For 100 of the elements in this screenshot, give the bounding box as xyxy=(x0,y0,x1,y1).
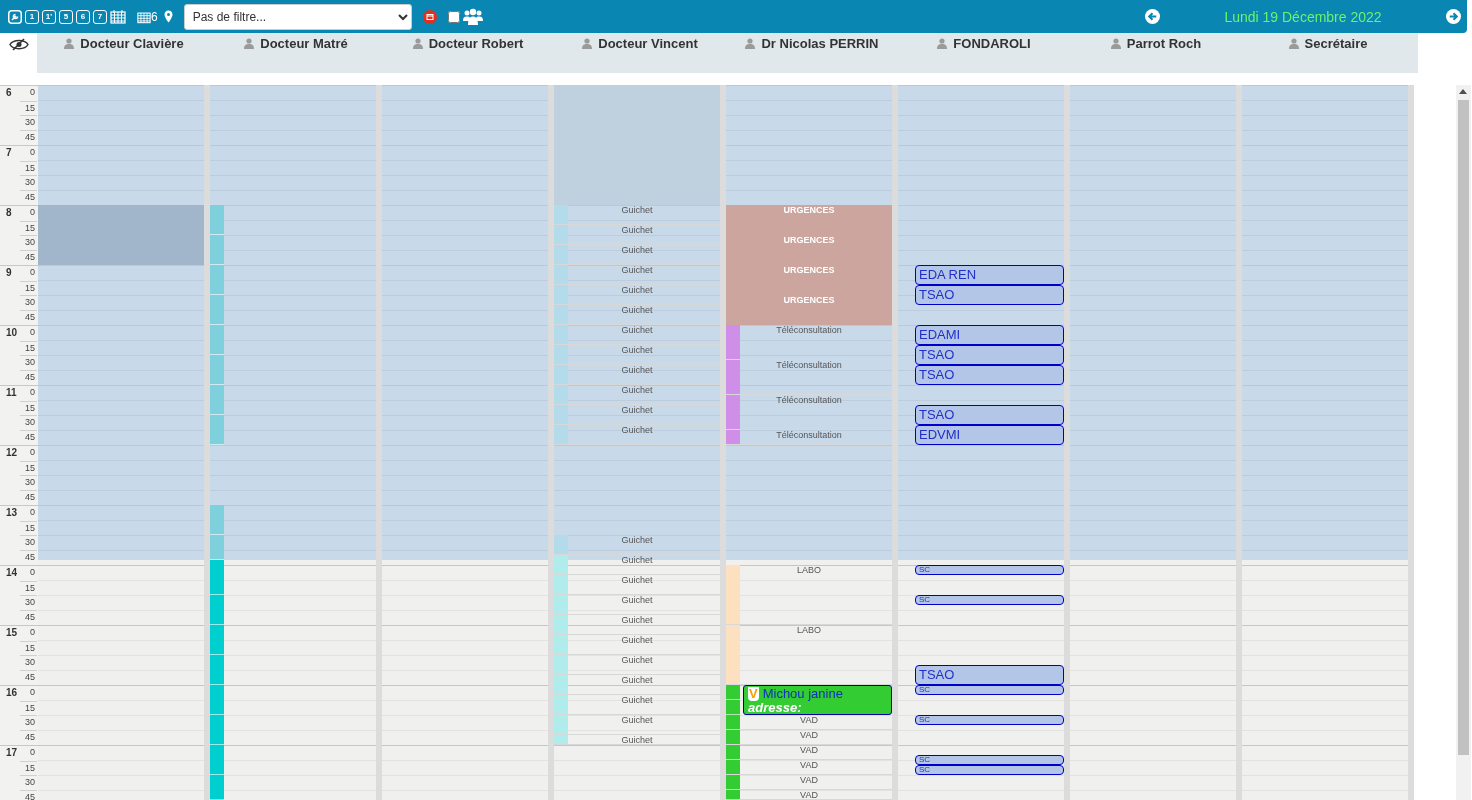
patient-appointment[interactable]: V Michou janine adresse: xyxy=(743,685,892,715)
slot-label[interactable]: Guichet xyxy=(621,675,667,686)
color-strip[interactable] xyxy=(554,325,568,344)
blocked-period[interactable] xyxy=(554,85,720,205)
slot-label[interactable]: Téléconsultation xyxy=(776,360,856,371)
color-strip[interactable] xyxy=(554,635,568,654)
calendar-icon[interactable] xyxy=(110,9,126,24)
color-strip[interactable] xyxy=(210,625,224,655)
slot-label[interactable]: VAD xyxy=(800,730,832,741)
slot-label[interactable]: VAD xyxy=(800,790,832,800)
color-strip[interactable] xyxy=(554,365,568,384)
appointment-card[interactable]: EDVMI xyxy=(915,425,1064,445)
appointment-card[interactable]: TSAO xyxy=(915,365,1064,385)
view-button[interactable]: 1' xyxy=(42,9,56,24)
slot-label[interactable]: VAD xyxy=(800,760,832,771)
slot-label[interactable]: Guichet xyxy=(621,405,667,416)
view-button[interactable]: 7 xyxy=(93,9,107,24)
slot-label[interactable]: Guichet xyxy=(621,615,667,626)
scrollbar-thumb[interactable] xyxy=(1458,100,1469,755)
color-strip[interactable] xyxy=(210,775,224,800)
slot-label[interactable]: Téléconsultation xyxy=(776,325,856,336)
users-icon[interactable] xyxy=(462,7,483,26)
appointment-card[interactable]: TSAO xyxy=(915,405,1064,425)
color-strip[interactable] xyxy=(726,745,740,759)
color-strip[interactable] xyxy=(554,555,568,574)
view-button[interactable]: 5 xyxy=(59,9,73,24)
slot-label[interactable]: Guichet xyxy=(621,695,667,706)
color-strip[interactable] xyxy=(726,760,740,774)
slot-label[interactable]: Téléconsultation xyxy=(776,430,856,441)
appointment-card[interactable]: SC xyxy=(915,715,1064,725)
color-strip[interactable] xyxy=(726,730,740,744)
slot-label[interactable]: Guichet xyxy=(621,305,667,316)
color-strip[interactable] xyxy=(554,535,568,554)
slot-label[interactable]: Guichet xyxy=(621,535,667,546)
slot-label[interactable]: VAD xyxy=(800,775,832,786)
color-strip[interactable] xyxy=(210,745,224,775)
scroll-up-icon[interactable] xyxy=(1459,88,1467,94)
color-strip[interactable] xyxy=(210,205,224,235)
slot-label[interactable]: Guichet xyxy=(621,205,667,216)
color-strip[interactable] xyxy=(210,385,224,415)
next-arrow-icon[interactable] xyxy=(1446,9,1461,24)
appointment-card[interactable]: TSAO xyxy=(915,345,1064,365)
color-strip[interactable] xyxy=(210,715,224,745)
slot-label[interactable]: Guichet xyxy=(621,635,667,646)
color-strip[interactable] xyxy=(726,360,740,394)
appointment-card[interactable]: SC xyxy=(915,765,1064,775)
color-strip[interactable] xyxy=(554,205,568,224)
color-strip[interactable] xyxy=(554,575,568,594)
color-strip[interactable] xyxy=(210,505,224,535)
slot-label[interactable]: VAD xyxy=(800,715,832,726)
color-strip[interactable] xyxy=(554,695,568,714)
color-strip[interactable] xyxy=(554,245,568,264)
slot-label[interactable]: Guichet xyxy=(621,575,667,586)
appointment-card[interactable]: EDA REN xyxy=(915,265,1064,285)
slot-label[interactable]: Guichet xyxy=(621,245,667,256)
calendar-icon[interactable] xyxy=(422,9,437,24)
slot-label[interactable]: VAD xyxy=(800,745,832,756)
color-strip[interactable] xyxy=(554,675,568,694)
color-strip[interactable] xyxy=(554,385,568,404)
slot-label[interactable]: LABO xyxy=(797,625,835,636)
color-strip[interactable] xyxy=(554,345,568,364)
color-strip[interactable] xyxy=(726,790,740,799)
color-strip[interactable] xyxy=(210,535,224,560)
slot-label[interactable]: LABO xyxy=(797,565,835,576)
color-strip[interactable] xyxy=(210,325,224,355)
color-strip[interactable] xyxy=(210,355,224,385)
color-strip[interactable] xyxy=(726,715,740,729)
color-strip[interactable] xyxy=(554,285,568,304)
slot-label[interactable]: Guichet xyxy=(621,365,667,376)
slot-label[interactable]: Guichet xyxy=(621,425,667,436)
slot-label[interactable]: Guichet xyxy=(621,555,667,566)
color-strip[interactable] xyxy=(726,565,740,624)
checkbox[interactable] xyxy=(447,10,460,23)
slot-label[interactable]: Guichet xyxy=(621,345,667,356)
color-strip[interactable] xyxy=(210,655,224,685)
color-strip[interactable] xyxy=(554,225,568,244)
color-strip[interactable] xyxy=(726,625,740,684)
color-strip[interactable] xyxy=(554,735,568,744)
color-strip[interactable] xyxy=(554,425,568,444)
filter-select[interactable]: Pas de filtre... xyxy=(183,3,412,30)
color-strip[interactable] xyxy=(554,405,568,424)
appointment-card[interactable]: SC xyxy=(915,595,1064,605)
slot-label[interactable]: Guichet xyxy=(621,655,667,666)
color-strip[interactable] xyxy=(554,305,568,324)
color-strip[interactable] xyxy=(726,685,740,700)
color-strip[interactable] xyxy=(210,265,224,295)
wrench-button[interactable] xyxy=(8,9,22,24)
color-strip[interactable] xyxy=(726,325,740,359)
view-button[interactable]: 6 xyxy=(76,9,90,24)
scrollbar[interactable] xyxy=(1456,85,1471,800)
previous-arrow-icon[interactable] xyxy=(1145,9,1160,24)
slot-label[interactable]: Guichet xyxy=(621,715,667,726)
appointment-card[interactable]: EDAMI xyxy=(915,325,1064,345)
appointment-card[interactable]: TSAO xyxy=(915,285,1064,305)
color-strip[interactable] xyxy=(554,715,568,734)
slot-label[interactable]: Guichet xyxy=(621,265,667,276)
color-strip[interactable] xyxy=(726,775,740,789)
color-strip[interactable] xyxy=(210,295,224,325)
color-strip[interactable] xyxy=(210,235,224,265)
color-strip[interactable] xyxy=(726,430,740,444)
